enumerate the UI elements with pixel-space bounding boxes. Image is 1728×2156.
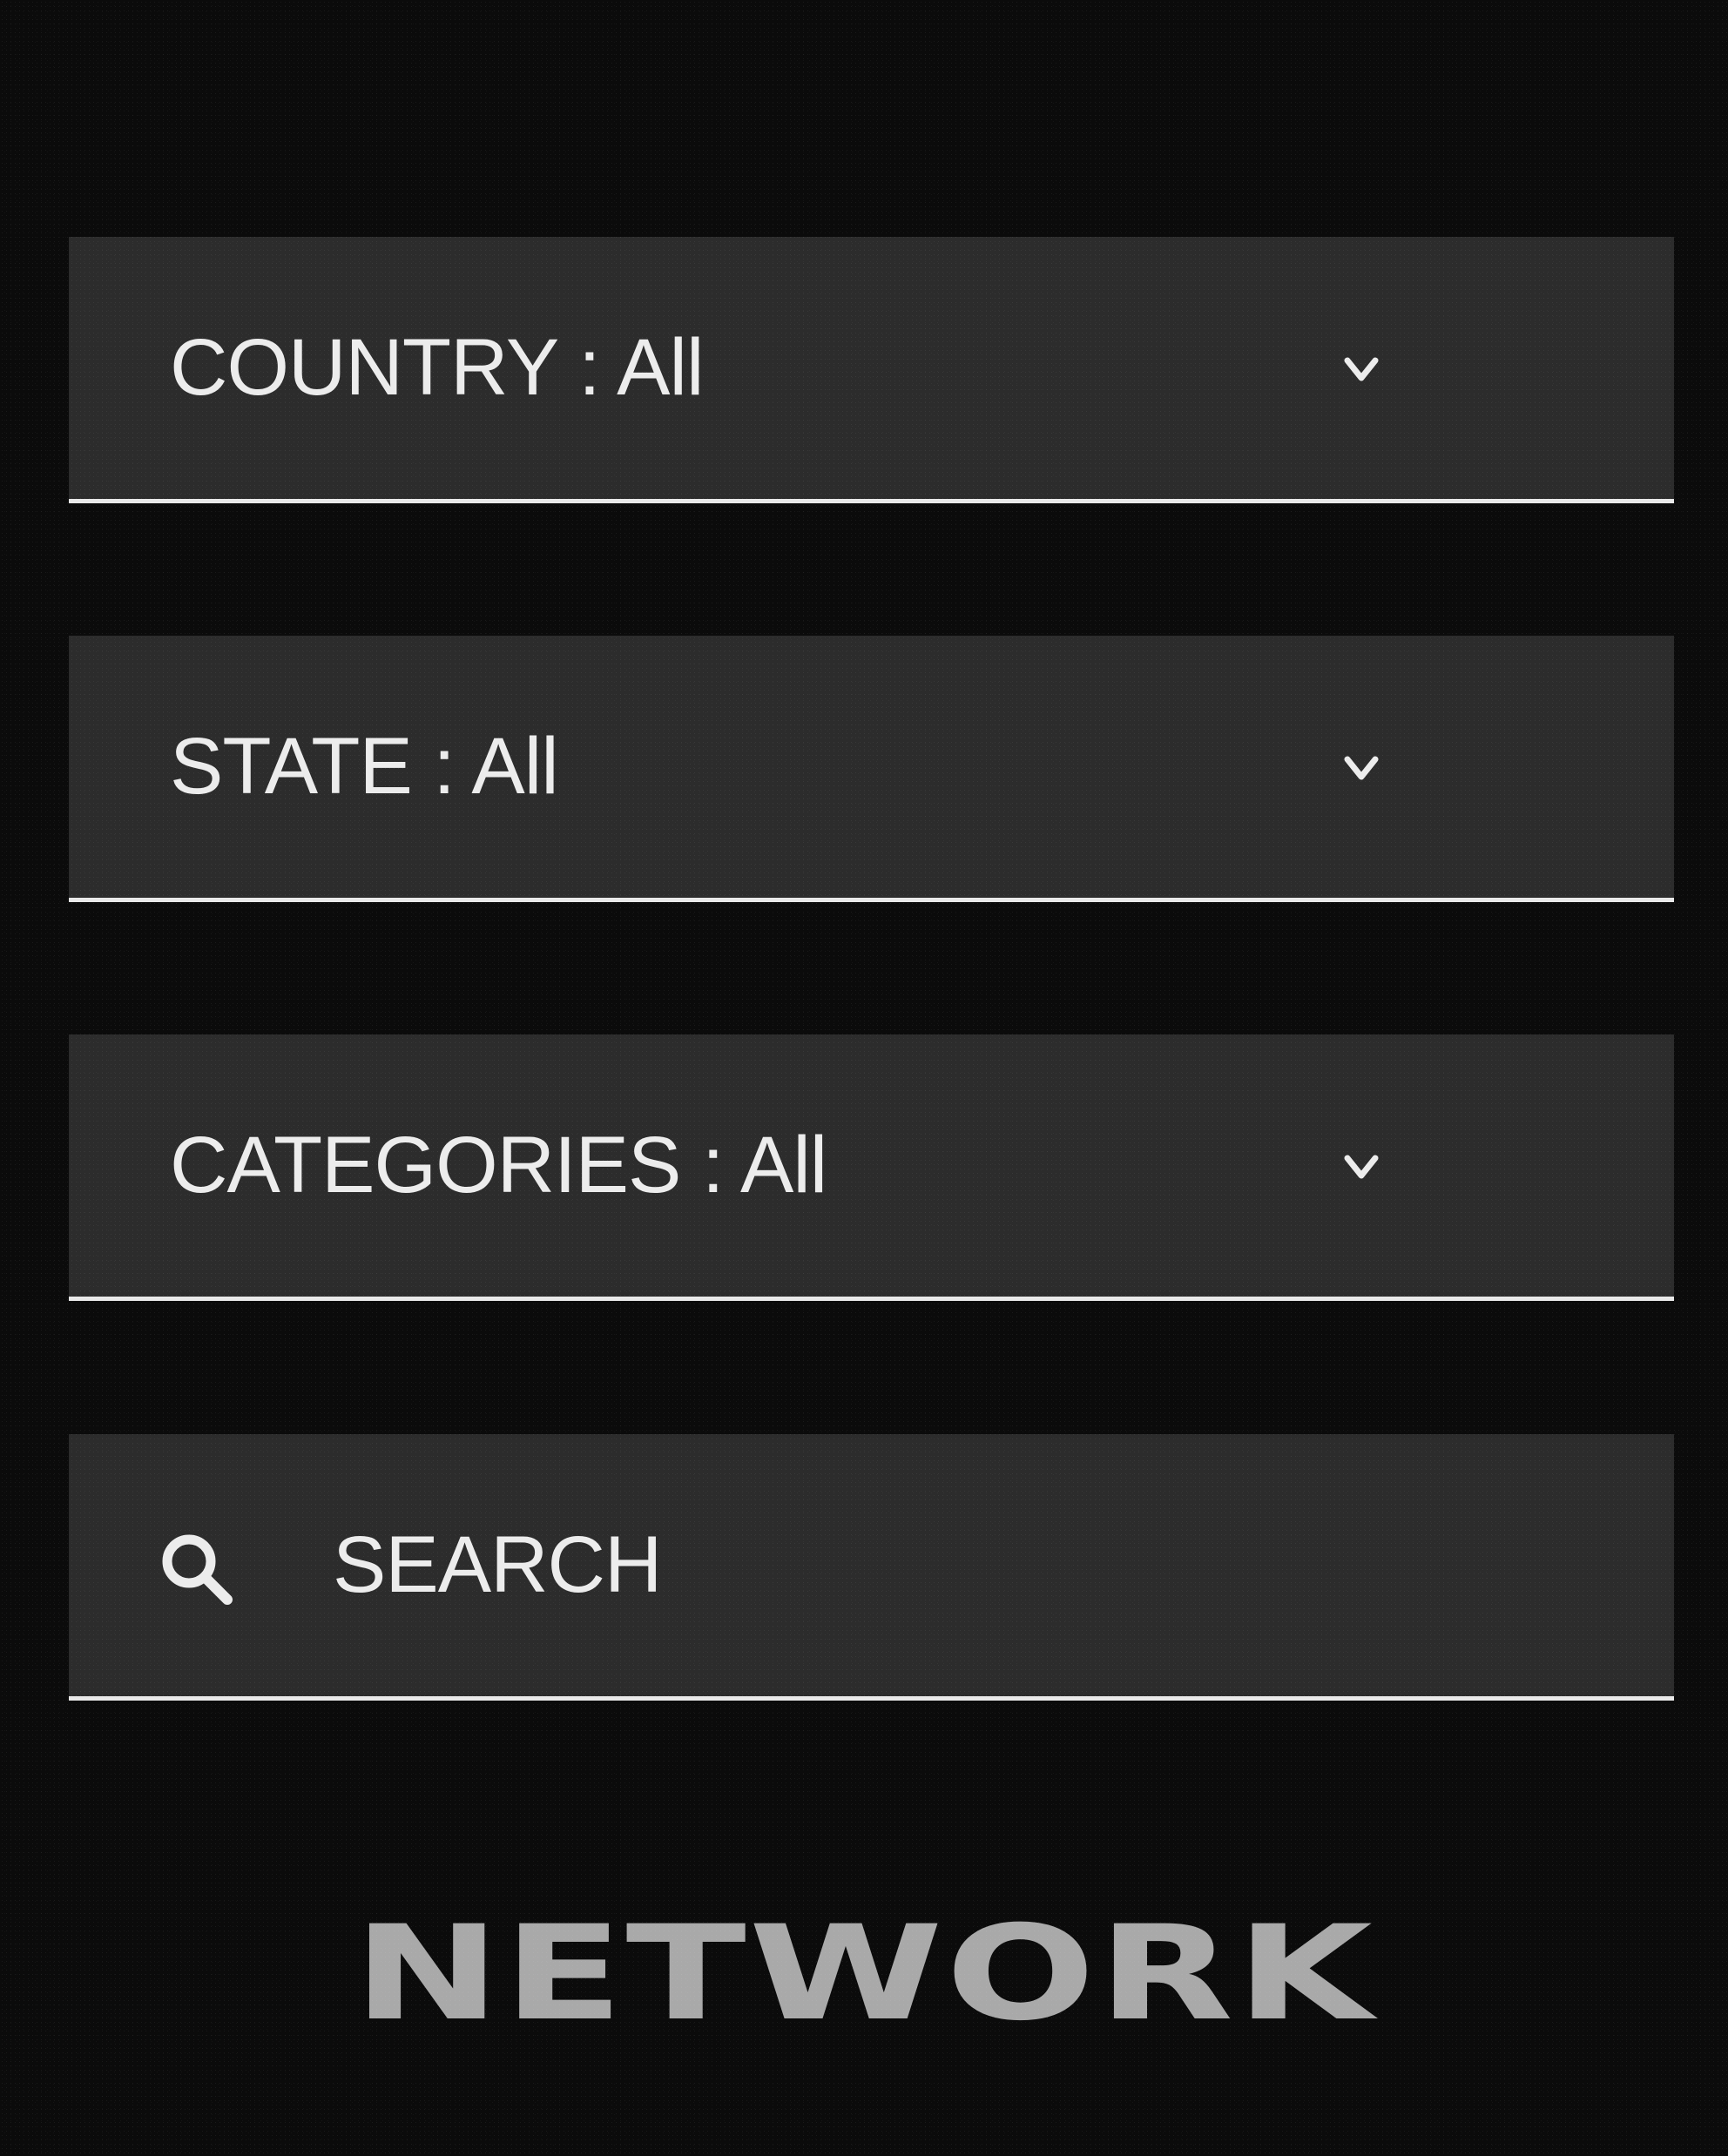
- categories-dropdown[interactable]: CATEGORIES : All: [69, 1034, 1674, 1301]
- chevron-down-icon: [1344, 1155, 1379, 1179]
- country-dropdown[interactable]: COUNTRY : All: [69, 237, 1674, 503]
- state-dropdown-label: STATE : All: [170, 722, 559, 811]
- chevron-down-icon: [1344, 357, 1379, 381]
- search-field[interactable]: [69, 1434, 1674, 1701]
- search-icon[interactable]: [156, 1528, 238, 1610]
- state-dropdown[interactable]: STATE : All: [69, 636, 1674, 902]
- country-dropdown-label: COUNTRY : All: [170, 323, 704, 412]
- search-input[interactable]: [333, 1434, 1552, 1696]
- brand-logo-text: NETWORK: [353, 1898, 1375, 2050]
- chevron-down-icon: [1344, 756, 1379, 780]
- categories-dropdown-label: CATEGORIES : All: [170, 1121, 827, 1209]
